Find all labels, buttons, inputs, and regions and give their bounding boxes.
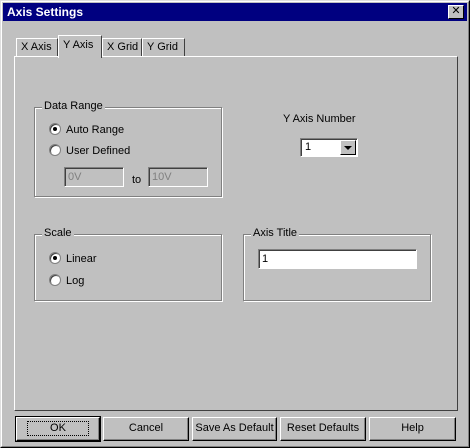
close-icon: ✕ [451, 5, 461, 17]
reset-defaults-label: Reset Defaults [286, 422, 360, 434]
help-label: Help [401, 422, 424, 434]
close-button[interactable]: ✕ [448, 5, 464, 19]
tab-label: X Grid [107, 41, 139, 53]
tab-x-axis[interactable]: X Axis [16, 38, 58, 57]
active-tab-joint [61, 56, 101, 58]
tab-y-axis[interactable]: Y Axis [58, 35, 102, 58]
axis-settings-window: Axis Settings ✕ X Axis Y Axis X Grid Y G… [0, 0, 470, 448]
cancel-button[interactable]: Cancel [103, 417, 189, 441]
tab-panel-y-axis [14, 56, 458, 411]
tab-y-grid[interactable]: Y Grid [142, 38, 185, 57]
ok-button[interactable]: OK [15, 416, 101, 442]
reset-defaults-button[interactable]: Reset Defaults [280, 417, 366, 441]
window-title: Axis Settings [7, 5, 84, 19]
tab-x-grid[interactable]: X Grid [102, 38, 142, 57]
title-bar[interactable]: Axis Settings ✕ [3, 3, 467, 21]
tab-label: Y Grid [147, 41, 178, 53]
tab-label: Y Axis [63, 39, 94, 51]
cancel-label: Cancel [128, 422, 164, 434]
help-button[interactable]: Help [369, 417, 456, 441]
save-as-default-label: Save As Default [195, 422, 274, 434]
save-as-default-button[interactable]: Save As Default [192, 417, 277, 441]
tab-label: X Axis [21, 41, 52, 53]
ok-label: OK [27, 421, 89, 436]
